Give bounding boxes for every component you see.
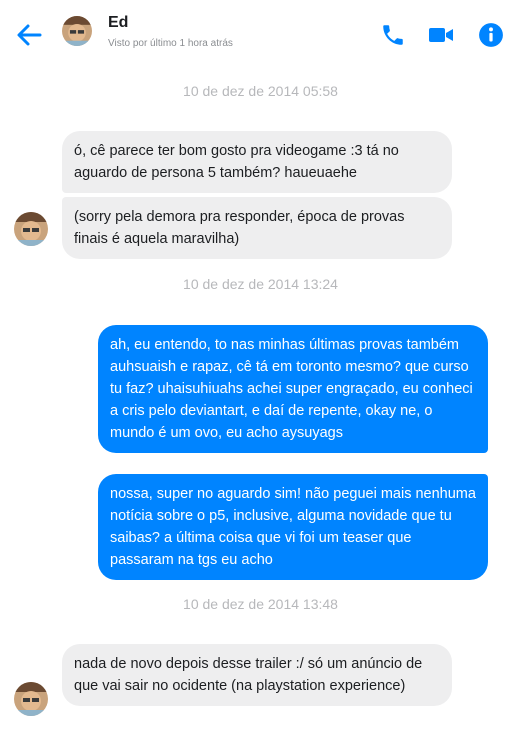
outgoing-message[interactable]: ah, eu entendo, to nas minhas últimas pr… xyxy=(98,325,488,453)
incoming-message[interactable]: ó, cê parece ter bom gosto pra videogame… xyxy=(62,131,452,193)
timestamp-divider: 10 de dez de 2014 13:48 xyxy=(183,596,338,612)
phone-icon[interactable] xyxy=(380,22,406,48)
sender-avatar[interactable] xyxy=(14,212,48,246)
timestamp-divider: 10 de dez de 2014 05:58 xyxy=(183,83,338,99)
contact-name[interactable]: Ed xyxy=(108,14,128,32)
contact-avatar[interactable] xyxy=(62,16,92,46)
conversation-header: Ed Visto por último 1 hora atrás xyxy=(0,0,521,72)
incoming-message[interactable]: nada de novo depois desse trailer :/ só … xyxy=(62,644,452,706)
outgoing-message[interactable]: nossa, super no aguardo sim! não peguei … xyxy=(98,474,488,580)
incoming-message[interactable]: (sorry pela demora pra responder, época … xyxy=(62,197,452,259)
timestamp-divider: 10 de dez de 2014 13:24 xyxy=(183,276,338,292)
sender-avatar[interactable] xyxy=(14,682,48,716)
info-icon[interactable] xyxy=(478,22,504,48)
video-camera-icon[interactable] xyxy=(428,22,454,48)
back-arrow-icon[interactable] xyxy=(14,20,44,50)
last-seen-status: Visto por último 1 hora atrás xyxy=(108,38,233,49)
